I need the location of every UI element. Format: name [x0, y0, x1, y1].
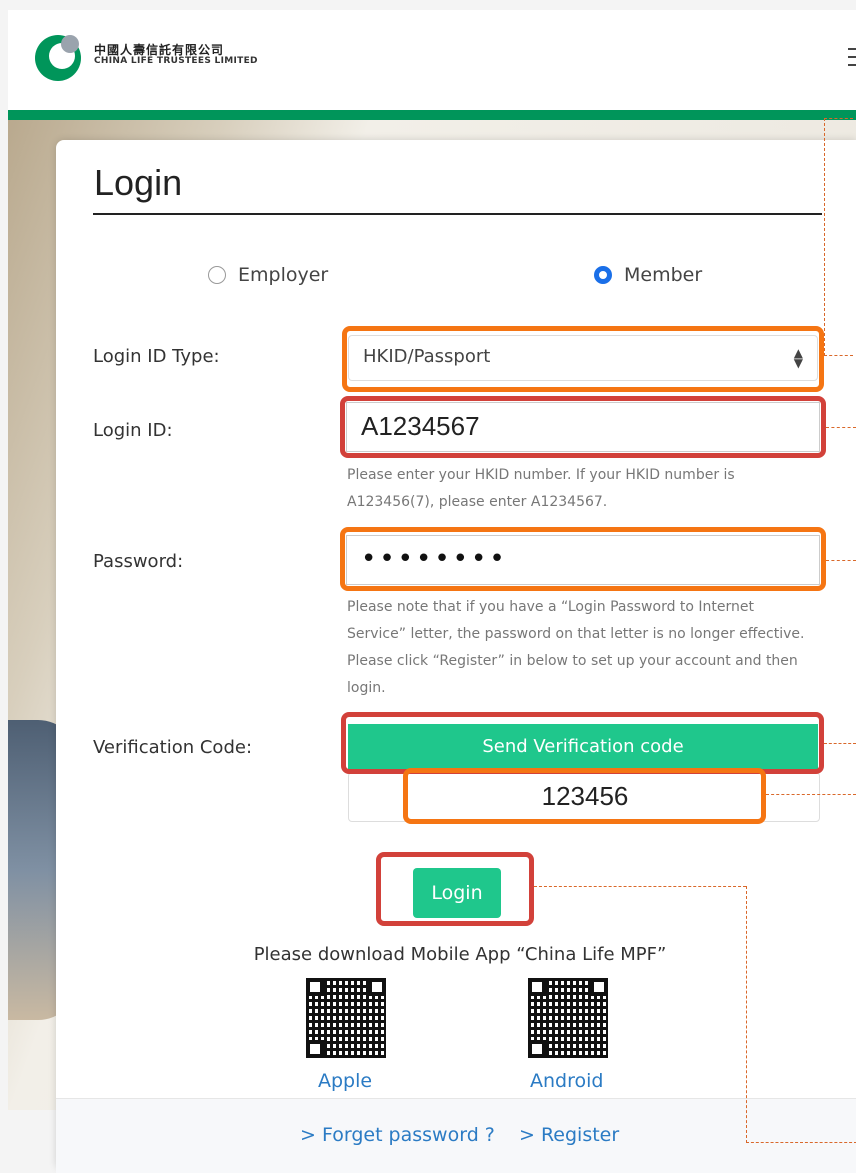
download-app-text: Please download Mobile App “China Life M…	[253, 944, 667, 965]
android-qr-code-icon	[528, 978, 608, 1058]
highlight-login-id-type	[342, 326, 824, 392]
android-link[interactable]: Android	[530, 1070, 603, 1092]
china-life-logo-icon	[35, 35, 81, 81]
annotation-leader-line	[746, 886, 856, 1143]
highlight-login-button	[376, 852, 534, 926]
logo-english-name: CHINA LIFE TRUSTEES LIMITED	[94, 56, 258, 67]
annotation-leader-line	[534, 886, 746, 887]
radio-unchecked-icon[interactable]	[208, 266, 226, 284]
register-link[interactable]: > Register	[519, 1124, 619, 1146]
password-label: Password:	[93, 551, 184, 572]
login-id-type-label: Login ID Type:	[93, 346, 220, 367]
member-radio-label: Member	[624, 264, 703, 286]
annotation-leader-line	[824, 118, 853, 356]
annotation-leader-line	[826, 560, 856, 561]
annotation-leader-line	[766, 794, 856, 795]
member-radio[interactable]: Member	[594, 264, 702, 286]
login-id-hint: Please enter your HKID number. If your H…	[347, 467, 735, 510]
page-title: Login	[94, 162, 183, 203]
password-hint: Please note that if you have a “Login Pa…	[347, 599, 805, 696]
hamburger-menu-icon[interactable]	[848, 48, 856, 70]
site-header: 中國人壽信託有限公司 CHINA LIFE TRUSTEES LIMITED	[8, 10, 856, 120]
forget-password-link[interactable]: > Forget password ?	[300, 1124, 495, 1146]
highlight-verification-code	[403, 768, 766, 824]
login-id-label: Login ID:	[93, 420, 173, 441]
highlight-password	[340, 527, 826, 591]
employer-radio-label: Employer	[238, 264, 329, 286]
annotation-leader-line	[826, 427, 856, 428]
title-divider	[93, 213, 822, 215]
highlight-send-code	[341, 712, 824, 774]
employer-radio[interactable]: Employer	[208, 264, 328, 286]
radio-checked-icon[interactable]	[594, 266, 612, 284]
page: 中國人壽信託有限公司 CHINA LIFE TRUSTEES LIMITED L…	[0, 0, 856, 1173]
highlight-login-id	[340, 396, 826, 458]
logo-text: 中國人壽信託有限公司 CHINA LIFE TRUSTEES LIMITED	[94, 43, 258, 67]
apple-qr-code-icon	[306, 978, 386, 1058]
apple-link[interactable]: Apple	[318, 1070, 372, 1092]
annotation-leader-line	[824, 743, 856, 744]
verification-code-label: Verification Code:	[93, 737, 253, 758]
